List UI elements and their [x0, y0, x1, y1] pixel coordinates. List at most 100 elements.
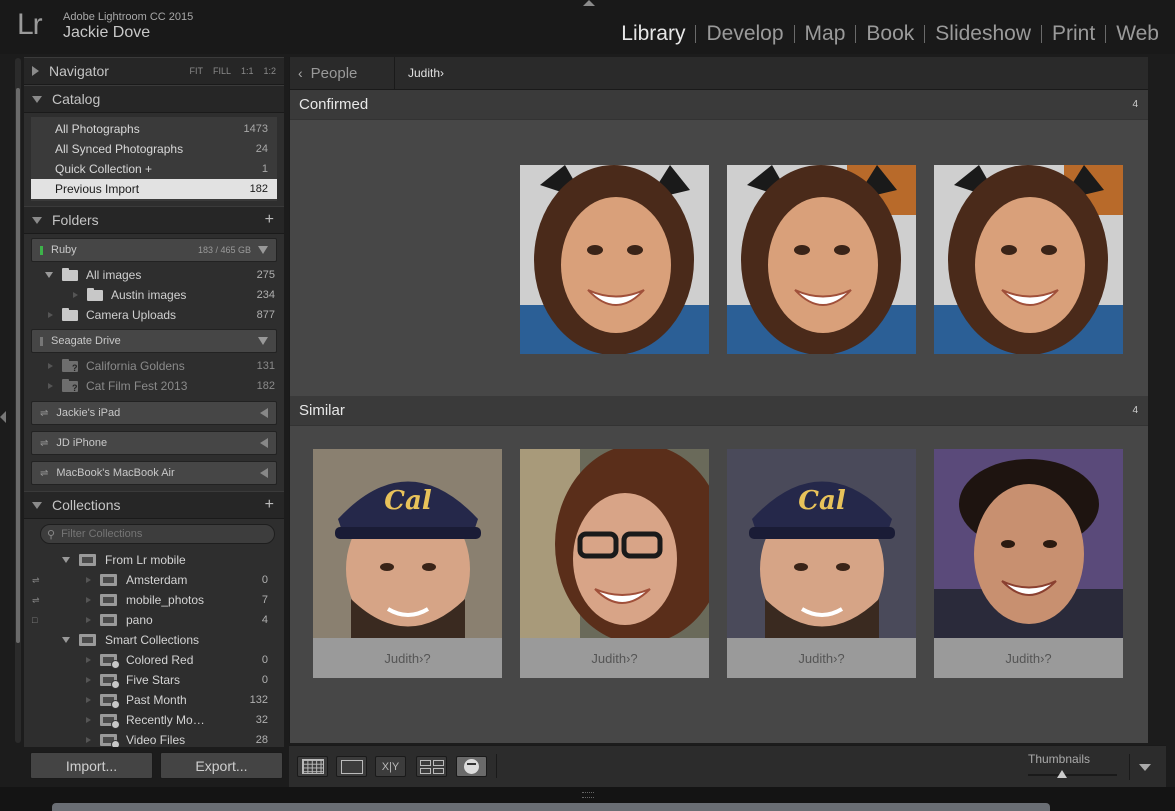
folder-austin-images[interactable]: Austin images 234 [24, 285, 284, 305]
folder-cat-film-fest[interactable]: ? Cat Film Fest 2013 182 [24, 376, 284, 396]
expand-icon[interactable] [86, 717, 91, 723]
module-map[interactable]: Map [795, 22, 856, 46]
collapse-icon[interactable] [62, 637, 70, 643]
face-name-suggestion[interactable]: Judith›? [520, 638, 709, 678]
volume-menu-icon[interactable] [258, 246, 268, 254]
toolbar-options-menu[interactable] [1129, 754, 1159, 780]
folder-california-goldens[interactable]: ? California Goldens 131 [24, 356, 284, 376]
confirmed-face-thumbnail[interactable] [727, 165, 916, 354]
left-panel-scroll-thumb[interactable] [16, 88, 20, 643]
top-bar: Lr Adobe Lightroom CC 2015 Jackie Dove L… [0, 0, 1175, 54]
expand-icon[interactable] [48, 312, 53, 318]
folder-all-images[interactable]: All images 275 [24, 265, 284, 285]
volume-ruby[interactable]: Ruby 183 / 465 GB [31, 238, 277, 262]
face-name-suggestion[interactable]: Judith›? [313, 638, 502, 678]
catalog-item-previous-import[interactable]: Previous Import 182 [31, 179, 277, 199]
smart-collection-past-month[interactable]: Past Month 132 [24, 690, 284, 710]
expand-icon[interactable] [86, 677, 91, 683]
catalog-item-all-synced[interactable]: All Synced Photographs 24 [31, 139, 277, 159]
survey-icon [419, 759, 444, 774]
collection-count: 28 [255, 734, 268, 746]
add-collection-icon[interactable]: + [265, 496, 284, 514]
volume-seagate[interactable]: Seagate Drive [31, 329, 277, 353]
navigator-header[interactable]: Navigator FIT FILL 1:1 1:2 [24, 57, 284, 85]
module-slideshow[interactable]: Slideshow [925, 22, 1041, 46]
volume-menu-icon[interactable] [260, 408, 268, 418]
collections-header[interactable]: Collections + [24, 491, 284, 519]
zoom-1-1[interactable]: 1:1 [241, 66, 254, 76]
filmstrip-toggle-grip[interactable] [582, 792, 594, 798]
compare-view-button[interactable]: X|Y [375, 756, 406, 777]
confirmed-header[interactable]: Confirmed 4 [290, 90, 1148, 120]
left-panel-toggle-icon[interactable] [0, 411, 6, 423]
module-develop[interactable]: Develop [696, 22, 793, 46]
expand-icon[interactable] [48, 383, 53, 389]
module-library[interactable]: Library [611, 22, 695, 46]
face-name-suggestion[interactable]: Judith›? [934, 638, 1123, 678]
confirmed-face-thumbnail[interactable] [520, 165, 709, 354]
collections-filter[interactable]: ⚲ [40, 524, 275, 544]
volume-jackies-ipad[interactable]: ⇌ Jackie's iPad [31, 401, 277, 425]
zoom-fit[interactable]: FIT [189, 66, 203, 76]
expand-icon[interactable] [86, 737, 91, 743]
zoom-1-2[interactable]: 1:2 [263, 66, 276, 76]
people-view-button[interactable] [456, 756, 487, 777]
similar-header[interactable]: Similar 4 [290, 396, 1148, 426]
smart-collection-recently-modified[interactable]: Recently Mo… 32 [24, 710, 284, 730]
module-web[interactable]: Web [1106, 22, 1169, 46]
folders-header[interactable]: Folders + [24, 206, 284, 234]
catalog-item-all-photographs[interactable]: All Photographs 1473 [31, 119, 277, 139]
similar-face-card[interactable]: Judith›? [520, 449, 709, 678]
import-button[interactable]: Import... [30, 752, 153, 779]
face-name-suggestion[interactable]: Judith›? [727, 638, 916, 678]
confirmed-count: 4 [1132, 99, 1138, 110]
similar-face-card[interactable]: Judith›? [934, 449, 1123, 678]
expand-icon[interactable] [86, 657, 91, 663]
expand-icon[interactable] [86, 597, 91, 603]
similar-face-card[interactable]: Cal Judith›? [313, 449, 502, 678]
similar-face-card[interactable]: Cal Judith›? [727, 449, 916, 678]
add-folder-icon[interactable]: + [265, 211, 284, 229]
catalog-header[interactable]: Catalog [24, 85, 284, 113]
volume-menu-icon[interactable] [258, 337, 268, 345]
folder-camera-uploads[interactable]: Camera Uploads 877 [24, 305, 284, 325]
expand-icon[interactable] [86, 697, 91, 703]
module-book[interactable]: Book [856, 22, 924, 46]
smart-collection-five-stars[interactable]: Five Stars 0 [24, 670, 284, 690]
expand-icon[interactable] [86, 617, 91, 623]
smart-collection-video-files[interactable]: Video Files 28 [24, 730, 284, 747]
collapse-icon[interactable] [62, 557, 70, 563]
volume-macbook-air[interactable]: ⇌ MacBook's MacBook Air [31, 461, 277, 485]
collection-pano[interactable]: □ pano 4 [24, 610, 284, 630]
volume-jd-iphone[interactable]: ⇌ JD iPhone [31, 431, 277, 455]
collection-set-smart-collections[interactable]: Smart Collections [24, 630, 284, 650]
grid-view-button[interactable] [297, 756, 328, 777]
collapse-icon [32, 216, 42, 224]
expand-icon[interactable] [73, 292, 78, 298]
collapse-icon[interactable] [45, 272, 53, 278]
collection-count: 32 [255, 714, 268, 726]
smart-collection-colored-red[interactable]: Colored Red 0 [24, 650, 284, 670]
survey-view-button[interactable] [416, 756, 447, 777]
sync-checkbox-icon[interactable]: □ [32, 615, 37, 625]
collection-amsterdam[interactable]: ⇌ Amsterdam 0 [24, 570, 284, 590]
collection-set-from-lr-mobile[interactable]: From Lr mobile [24, 550, 284, 570]
expand-icon[interactable] [48, 363, 53, 369]
back-to-people-button[interactable]: ‹ People [290, 56, 395, 90]
thumbnail-size-slider-knob[interactable] [1057, 770, 1067, 778]
expand-icon[interactable] [86, 577, 91, 583]
collection-mobile-photos[interactable]: ⇌ mobile_photos 7 [24, 590, 284, 610]
module-print[interactable]: Print [1042, 22, 1105, 46]
smart-collection-icon [100, 714, 120, 729]
loupe-view-button[interactable] [336, 756, 367, 777]
volume-menu-icon[interactable] [260, 468, 268, 478]
volume-menu-icon[interactable] [260, 438, 268, 448]
thumbnail-size-slider[interactable] [1028, 774, 1117, 776]
export-button[interactable]: Export... [160, 752, 283, 779]
top-panel-toggle-icon[interactable] [583, 0, 595, 6]
zoom-fill[interactable]: FILL [213, 66, 231, 76]
collection-label: From Lr mobile [105, 553, 186, 567]
confirmed-face-thumbnail[interactable] [934, 165, 1123, 354]
collections-filter-input[interactable] [61, 528, 252, 540]
catalog-item-quick-collection[interactable]: Quick Collection + 1 [31, 159, 277, 179]
